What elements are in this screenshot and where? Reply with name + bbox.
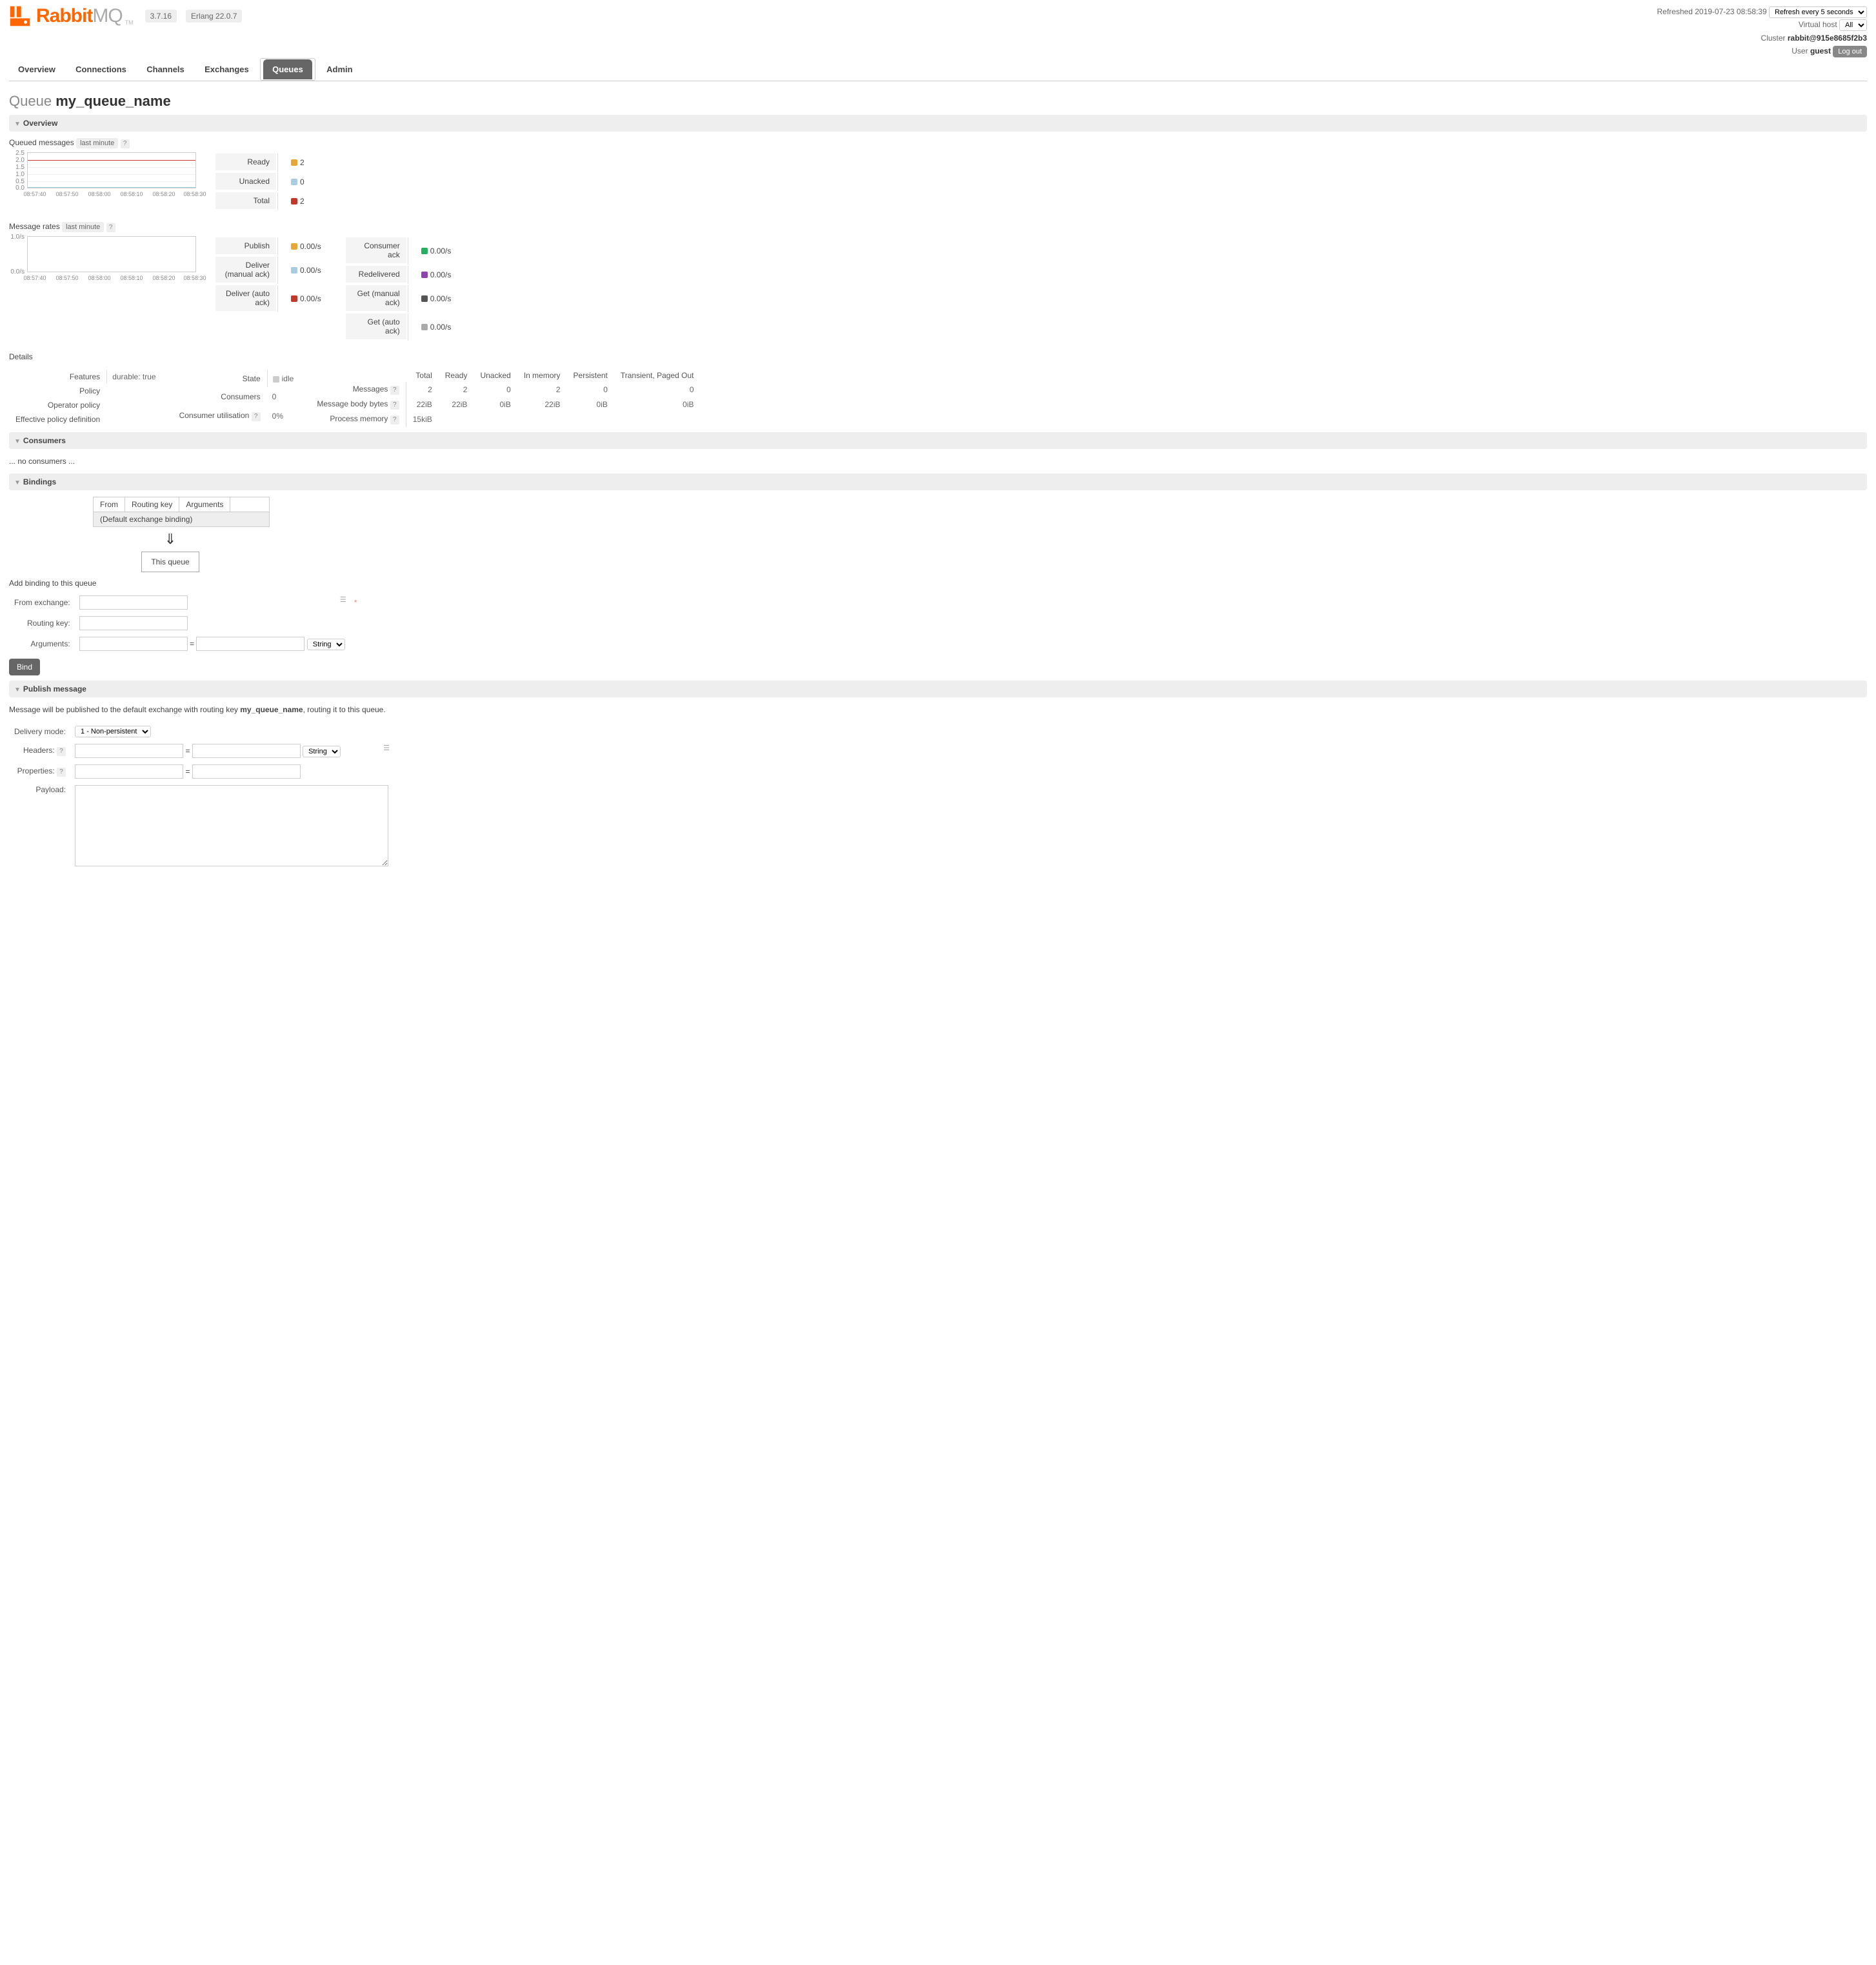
rates-label: Message rates xyxy=(9,222,60,231)
mandatory-icon: * xyxy=(354,598,357,607)
tab-queues[interactable]: Queues xyxy=(260,58,315,81)
refresh-select[interactable]: Refresh every 5 seconds xyxy=(1769,6,1867,18)
this-queue-box: This queue xyxy=(141,552,199,572)
details-stats: TotalReadyUnackedIn memoryPersistentTran… xyxy=(310,369,701,427)
add-binding-label: Add binding to this queue xyxy=(9,579,1867,588)
tab-connections[interactable]: Connections xyxy=(66,59,135,79)
delivery-mode-select[interactable]: 1 - Non-persistent xyxy=(75,726,151,737)
tab-overview[interactable]: Overview xyxy=(9,59,65,79)
section-overview[interactable]: ▼Overview xyxy=(9,115,1867,132)
arg-key-input[interactable] xyxy=(79,637,188,651)
help-icon[interactable]: ? xyxy=(106,223,115,232)
list-icon: ☰ xyxy=(383,744,390,752)
brand-text-a: Rabbit xyxy=(36,5,92,26)
refreshed-label: Refreshed xyxy=(1657,7,1693,16)
legend-queued: Ready2 Unacked0 Total2 xyxy=(214,152,310,212)
bindings-table: FromRouting keyArguments (Default exchan… xyxy=(93,497,270,527)
user-label: User xyxy=(1791,46,1808,55)
list-icon: ☰ xyxy=(340,595,346,604)
erlang-badge: Erlang 22.0.7 xyxy=(186,10,242,23)
section-bindings[interactable]: ▼Bindings xyxy=(9,474,1867,490)
arg-value-input[interactable] xyxy=(196,637,304,651)
version-badge: 3.7.16 xyxy=(145,10,177,23)
details-col1: Featuresdurable: true Policy Operator po… xyxy=(9,369,163,427)
details-heading: Details xyxy=(9,352,1867,361)
main-tabs: Overview Connections Channels Exchanges … xyxy=(9,58,1867,81)
payload-textarea[interactable] xyxy=(75,785,388,866)
rabbit-icon xyxy=(9,5,31,27)
section-consumers[interactable]: ▼Consumers xyxy=(9,432,1867,449)
routing-key-input[interactable] xyxy=(79,616,188,630)
section-publish[interactable]: ▼Publish message xyxy=(9,681,1867,697)
help-icon[interactable]: ? xyxy=(390,386,399,395)
top-nav: Refreshed 2019-07-23 08:58:39 Refresh ev… xyxy=(1657,5,1868,58)
tab-admin[interactable]: Admin xyxy=(317,59,361,79)
tab-exchanges[interactable]: Exchanges xyxy=(195,59,258,79)
logout-button[interactable]: Log out xyxy=(1833,46,1867,57)
refreshed-time: 2019-07-23 08:58:39 xyxy=(1695,7,1766,16)
publish-note: Message will be published to the default… xyxy=(9,705,1867,714)
header-value-input[interactable] xyxy=(192,744,301,758)
page-title: Queue my_queue_name xyxy=(9,93,1867,110)
chart-rates: 1.0/s 0.0/s 08:57:40 08:57:50 08:58:00 0… xyxy=(9,236,196,281)
chevron-down-icon: ▼ xyxy=(14,438,21,445)
help-icon[interactable]: ? xyxy=(121,139,130,148)
tab-channels[interactable]: Channels xyxy=(137,59,194,79)
brand-tm: TM xyxy=(125,19,134,26)
logo: RabbitMQTM 3.7.16 Erlang 22.0.7 xyxy=(9,5,242,27)
bind-button[interactable]: Bind xyxy=(9,659,40,675)
help-icon[interactable]: ? xyxy=(390,401,399,410)
help-icon[interactable]: ? xyxy=(57,768,66,777)
queued-label: Queued messages xyxy=(9,138,74,147)
chevron-down-icon: ▼ xyxy=(14,686,21,693)
arrow-down-icon: ⇓ xyxy=(93,531,248,548)
user-name: guest xyxy=(1810,46,1831,55)
queued-range[interactable]: last minute xyxy=(76,138,118,148)
help-icon[interactable]: ? xyxy=(390,415,399,424)
chevron-down-icon: ▼ xyxy=(14,479,21,486)
details-col2: Stateidle Consumers0 Consumer utilisatio… xyxy=(173,369,301,427)
consumers-empty: ... no consumers ... xyxy=(9,457,1867,466)
chart-queued: 2.5 2.0 1.5 1.0 0.5 0.0 08:57:40 08:57:5… xyxy=(9,152,196,197)
header-type-select[interactable]: String xyxy=(303,746,341,757)
from-exchange-input[interactable] xyxy=(79,595,188,610)
chevron-down-icon: ▼ xyxy=(14,121,21,128)
vhost-label: Virtual host xyxy=(1799,20,1837,29)
rates-range[interactable]: last minute xyxy=(62,222,104,232)
legend-rates-left: Publish0.00/s Deliver (manual ack)0.00/s… xyxy=(214,236,326,314)
help-icon[interactable]: ? xyxy=(57,747,66,756)
header-key-input[interactable] xyxy=(75,744,183,758)
cluster-label: Cluster xyxy=(1761,34,1786,43)
brand-text-b: MQ xyxy=(92,5,122,26)
vhost-select[interactable]: All xyxy=(1839,19,1867,31)
cluster-name: rabbit@915e8685f2b3 xyxy=(1788,34,1867,43)
prop-key-input[interactable] xyxy=(75,764,183,779)
help-icon[interactable]: ? xyxy=(252,412,261,421)
prop-value-input[interactable] xyxy=(192,764,301,779)
arg-type-select[interactable]: String xyxy=(307,639,345,650)
legend-rates-right: Consumer ack0.00/s Redelivered0.00/s Get… xyxy=(344,236,457,342)
